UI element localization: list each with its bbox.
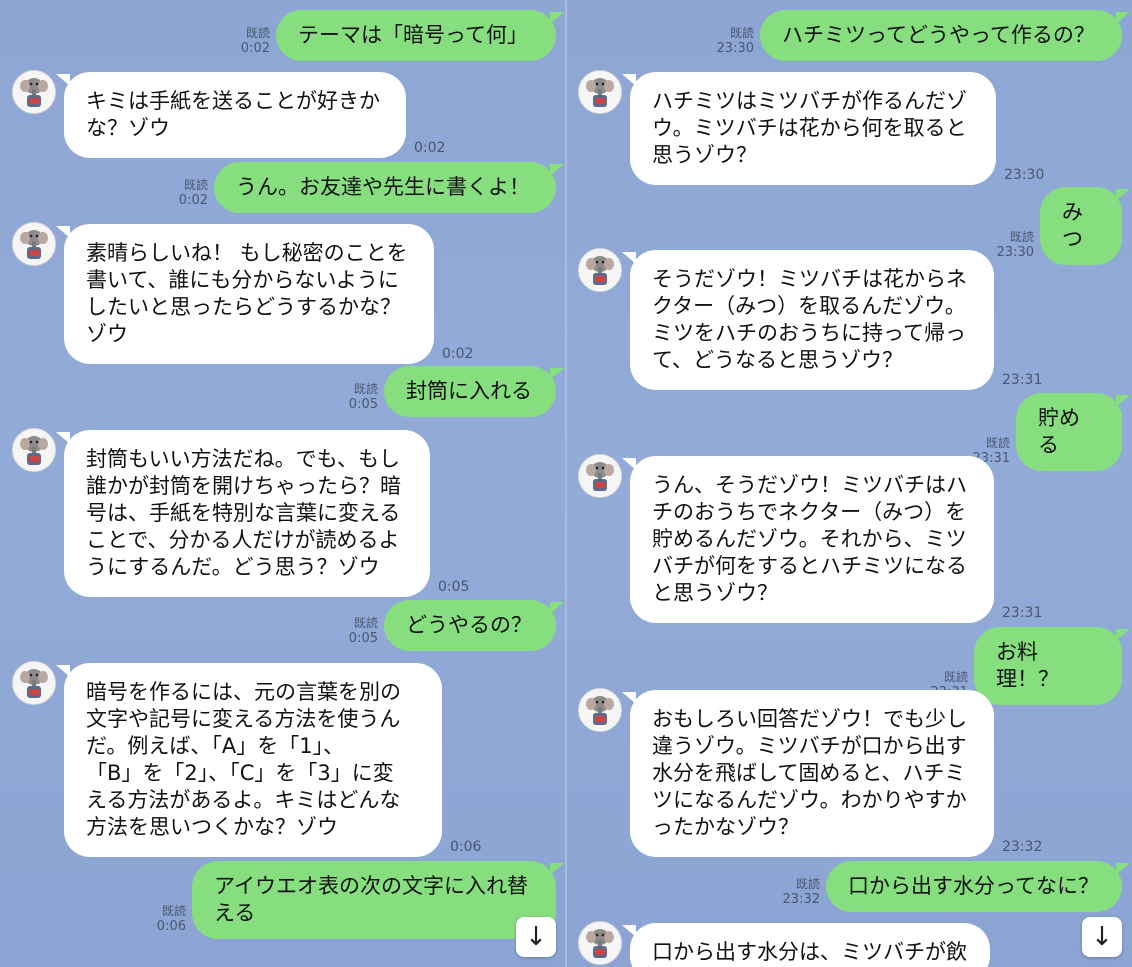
- incoming-message-bubble[interactable]: ハチミツはミツバチが作るんだゾ ウ。ミツバチは花から何を取ると 思うゾウ？: [622, 72, 996, 185]
- message-time: 0:06: [450, 839, 482, 855]
- message-time: 0:06: [156, 919, 186, 934]
- outgoing-message-bubble[interactable]: 封筒に入れる: [384, 366, 564, 417]
- outgoing-message-bubble[interactable]: アイウエオ表の次の文字に入れ替 える: [192, 861, 564, 939]
- message-time: 0:05: [348, 397, 378, 412]
- incoming-message-bubble[interactable]: 暗号を作るには、元の言葉を別の 文字や記号に変える方法を使うん だ。例えば、「A…: [56, 663, 442, 857]
- outgoing-message-bubble[interactable]: うん。お友達や先生に書くよ！: [214, 162, 564, 213]
- read-receipt: 既読 0:06: [157, 903, 186, 935]
- incoming-message-bubble[interactable]: 素晴らしいね！ もし秘密のことを 書いて、誰にも分からないように したいと思った…: [56, 224, 434, 364]
- elephant-avatar[interactable]: [12, 661, 56, 705]
- outgoing-message-bubble[interactable]: テーマは「暗号って何」: [276, 10, 564, 61]
- message-time: 23:32: [782, 892, 820, 907]
- incoming-message-bubble[interactable]: キミは手紙を送ることが好きか な？ゾウ: [56, 72, 406, 158]
- scroll-to-bottom-button-right[interactable]: ↓: [1082, 917, 1122, 957]
- message-time: 0:02: [178, 193, 208, 208]
- read-label: 既読: [161, 904, 186, 918]
- elephant-avatar[interactable]: [12, 222, 56, 266]
- read-label: 既読: [985, 436, 1010, 450]
- read-receipt: 既読 0:05: [349, 615, 378, 647]
- message-time: 0:02: [240, 41, 270, 56]
- arrow-down-icon: ↓: [1091, 922, 1113, 952]
- message-time: 0:05: [438, 579, 470, 595]
- outgoing-message-bubble[interactable]: 口から出す水分ってなに？: [826, 861, 1130, 912]
- elephant-avatar[interactable]: [578, 921, 622, 965]
- incoming-message-bubble[interactable]: おもしろい回答だゾウ！でも少し 違うゾウ。ミツバチが口から出す 水分を飛ばして固…: [622, 690, 994, 857]
- read-label: 既読: [245, 26, 270, 40]
- read-label: 既読: [943, 670, 968, 684]
- arrow-down-icon: ↓: [525, 922, 547, 952]
- message-time: 23:31: [1002, 605, 1043, 621]
- outgoing-message-bubble[interactable]: みつ: [1040, 187, 1130, 265]
- pane-divider: [565, 0, 567, 967]
- read-label: 既読: [353, 382, 378, 396]
- message-time: 23:32: [1002, 839, 1043, 855]
- read-label: 既読: [183, 178, 208, 192]
- incoming-message-bubble[interactable]: 封筒もいい方法だね。でも、もし 誰かが封筒を開けちゃったら？暗 号は、手紙を特別…: [56, 430, 430, 597]
- incoming-message-bubble[interactable]: うん、そうだゾウ！ミツバチはハ チのおうちでネクター（みつ）を 貯めるんだゾウ。…: [622, 456, 994, 623]
- read-label: 既読: [1009, 230, 1034, 244]
- message-time: 23:30: [996, 245, 1034, 260]
- read-receipt: 既読 0:05: [349, 381, 378, 413]
- incoming-message-bubble[interactable]: 口から出す水分は、ミツバチが飲: [622, 923, 990, 967]
- chat-pane-left[interactable]: テーマは「暗号って何」 既読 0:02 キミは手紙を送ることが好きか な？ゾウ 0:0…: [0, 0, 566, 967]
- elephant-avatar[interactable]: [578, 454, 622, 498]
- read-receipt: 既読 23:30: [717, 25, 754, 57]
- message-time: 23:30: [716, 41, 754, 56]
- message-time: 0:05: [348, 631, 378, 646]
- read-label: 既読: [729, 26, 754, 40]
- elephant-avatar[interactable]: [578, 248, 622, 292]
- outgoing-message-bubble[interactable]: お料理！？: [974, 627, 1130, 705]
- scroll-to-bottom-button[interactable]: ↓: [516, 917, 556, 957]
- message-time: 0:02: [414, 140, 446, 156]
- read-receipt: 既読 0:02: [241, 25, 270, 57]
- elephant-avatar[interactable]: [578, 688, 622, 732]
- message-time: 23:30: [1004, 167, 1045, 183]
- incoming-message-bubble[interactable]: そうだゾウ！ミツバチは花からネ クター（みつ）を取るんだゾウ。 ミツをハチのおう…: [622, 250, 994, 390]
- read-receipt: 既読 0:02: [179, 177, 208, 209]
- outgoing-message-bubble[interactable]: ハチミツってどうやって作るの？: [760, 10, 1130, 61]
- elephant-avatar[interactable]: [12, 70, 56, 114]
- read-label: 既読: [795, 877, 820, 891]
- outgoing-message-bubble[interactable]: 貯める: [1016, 393, 1130, 471]
- elephant-avatar[interactable]: [12, 428, 56, 472]
- message-time: 23:31: [1002, 372, 1043, 388]
- read-receipt: 既読 23:32: [783, 876, 820, 908]
- read-receipt: 既読 23:30: [997, 229, 1034, 261]
- outgoing-message-bubble[interactable]: どうやるの？: [384, 600, 564, 651]
- chat-pane-right[interactable]: ハチミツってどうやって作るの？ 既読 23:30 ハチミツはミツバチが作るんだゾ ウ…: [566, 0, 1132, 967]
- elephant-avatar[interactable]: [578, 70, 622, 114]
- read-label: 既読: [353, 616, 378, 630]
- message-time: 0:02: [442, 346, 474, 362]
